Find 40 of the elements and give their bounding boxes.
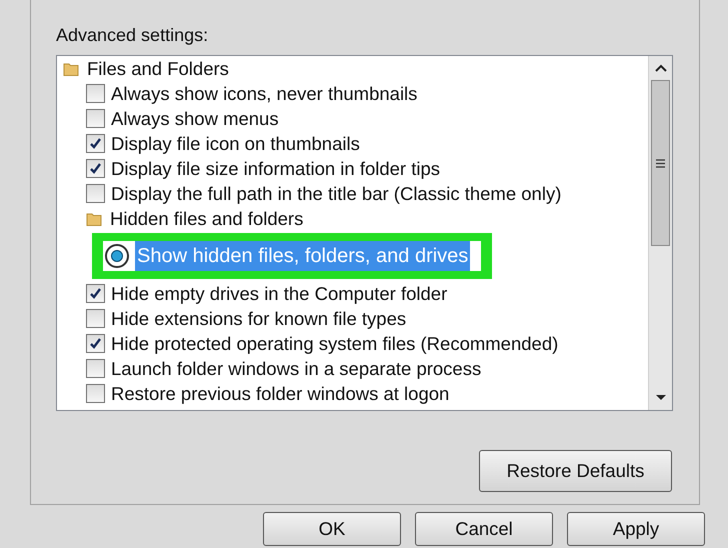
check-icon — [89, 337, 102, 350]
checkbox[interactable] — [86, 84, 105, 103]
checkbox[interactable] — [86, 309, 105, 328]
checkbox[interactable] — [86, 284, 105, 303]
folder-icon — [63, 62, 79, 76]
check-icon — [89, 162, 102, 175]
scroll-down-icon[interactable] — [654, 394, 666, 402]
checkbox[interactable] — [86, 134, 105, 153]
option-label: Display file size information in folder tips — [111, 156, 440, 181]
dialog-button[interactable]: OK — [263, 512, 401, 546]
radio-button[interactable] — [105, 244, 129, 268]
option-label: Display the full path in the title bar (Classic theme only) — [111, 182, 562, 206]
option-label: Hide extensions for known file types — [111, 306, 406, 331]
checkbox[interactable] — [86, 109, 105, 128]
scroll-up-icon[interactable] — [654, 64, 666, 72]
check-icon — [89, 287, 102, 300]
checkbox[interactable] — [86, 334, 105, 353]
dialog-button[interactable]: Cancel — [415, 512, 553, 546]
group-label: Files and Folders — [87, 56, 229, 81]
checkbox[interactable] — [86, 384, 105, 403]
checkbox[interactable] — [86, 184, 105, 203]
option-label: Show hidden files, folders, and drives — [135, 241, 470, 271]
scrollbar[interactable] — [648, 56, 672, 410]
option-label: Restore previous folder windows at logon — [111, 382, 450, 406]
restore-defaults-button[interactable]: Restore Defaults — [479, 450, 672, 492]
option-label: Display file icon on thumbnails — [111, 132, 360, 156]
option-label: Hide protected operating system files (Recommended) — [111, 332, 558, 356]
check-icon — [89, 137, 102, 150]
option-label: Always show icons, never thumbnails — [111, 82, 418, 106]
option-label: Always show menus — [111, 106, 279, 131]
folder-icon — [86, 212, 102, 226]
option-label: Hide empty drives in the Computer folder — [111, 282, 448, 306]
dialog-button[interactable]: Apply — [567, 512, 705, 546]
section-label: Advanced settings: — [56, 24, 210, 47]
group-label: Hidden files and folders — [110, 206, 304, 231]
checkbox[interactable] — [86, 359, 105, 378]
checkbox[interactable] — [86, 159, 105, 178]
grip-icon — [656, 158, 665, 168]
option-label: Launch folder windows in a separate process — [111, 356, 482, 381]
scroll-thumb[interactable] — [651, 80, 670, 246]
